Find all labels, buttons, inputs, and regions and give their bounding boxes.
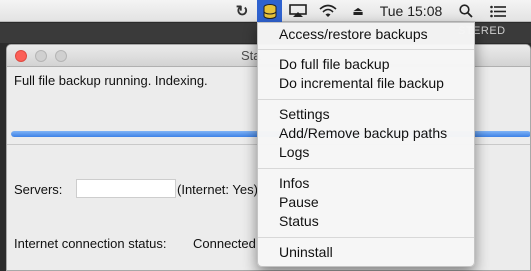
servers-field — [76, 179, 176, 198]
menu-bar: ↻ ⏏ Tue 15:08 — [0, 0, 531, 22]
menu-separator — [258, 168, 474, 169]
internet-status-label: Internet connection status: — [14, 236, 167, 251]
airplay-icon[interactable] — [287, 0, 309, 22]
menu-item-full-file-backup[interactable]: Do full file backup — [279, 55, 390, 74]
servers-label: Servers: — [14, 182, 63, 197]
urbackup-tray-icon[interactable] — [257, 0, 282, 22]
menu-item-infos[interactable]: Infos — [279, 174, 309, 193]
menu-item-uninstall[interactable]: Uninstall — [279, 243, 333, 262]
menu-item-access-restore[interactable]: Access/restore backups — [279, 25, 428, 44]
menu-item-pause[interactable]: Pause — [279, 193, 319, 212]
tray-menu: Access/restore backups Do full file back… — [257, 22, 475, 267]
menu-separator — [258, 49, 474, 50]
wifi-icon[interactable] — [317, 0, 339, 22]
menu-item-incremental-file-backup[interactable]: Do incremental file backup — [279, 74, 444, 93]
zoom-button[interactable] — [55, 50, 67, 62]
menubar-clock[interactable]: Tue 15:08 — [378, 0, 444, 22]
backup-status-text: Full file backup running. Indexing. — [14, 73, 208, 88]
menu-separator — [258, 237, 474, 238]
close-button[interactable] — [15, 50, 27, 62]
notification-list-icon[interactable] — [488, 0, 508, 22]
menu-item-settings[interactable]: Settings — [279, 105, 330, 124]
menu-item-status[interactable]: Status — [279, 212, 319, 231]
servers-internet-status: (Internet: Yes) — [177, 182, 258, 197]
spotlight-icon[interactable] — [457, 0, 475, 22]
menu-item-logs[interactable]: Logs — [279, 143, 309, 162]
menu-item-backup-paths[interactable]: Add/Remove backup paths — [279, 124, 447, 143]
sync-icon[interactable]: ↻ — [233, 0, 251, 22]
eject-icon[interactable]: ⏏ — [350, 0, 366, 22]
minimize-button[interactable] — [35, 50, 47, 62]
menu-separator — [258, 99, 474, 100]
database-icon — [263, 3, 276, 19]
internet-status-value: Connected — [193, 236, 256, 251]
